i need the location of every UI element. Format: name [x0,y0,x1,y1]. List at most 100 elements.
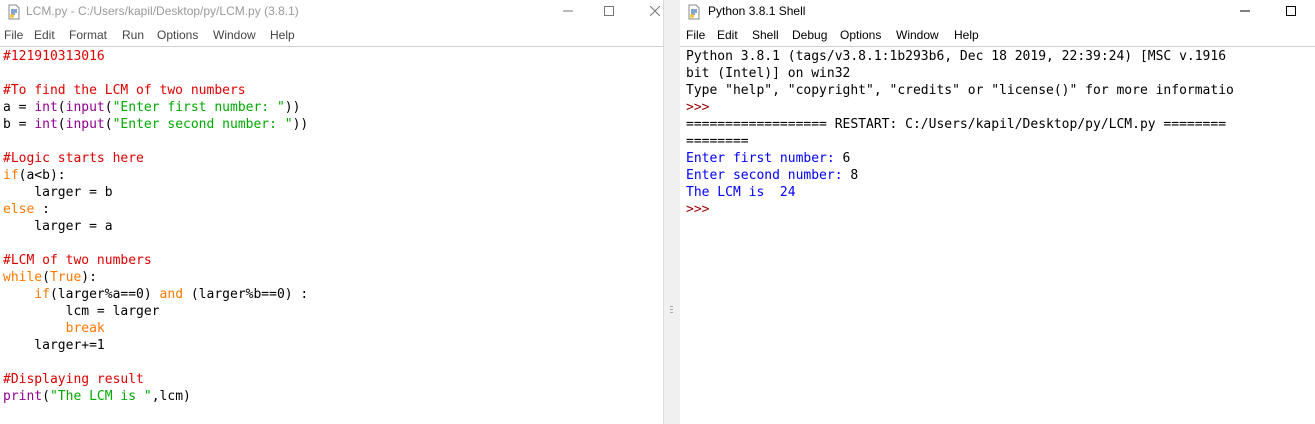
shell-window: Python 3.8.1 Shell File Edit Shell Debug… [680,0,1315,424]
shell-line: ======== [686,134,749,149]
code-token: ( [42,270,50,285]
maximize-icon [604,6,614,16]
code-line: b = int(input("Enter second number: ")) [3,116,663,133]
code-token: input [65,100,105,115]
idle-file-icon [8,4,20,20]
code-line: larger+=1 [3,338,105,353]
code-token: input [65,117,105,132]
shell-line: Python 3.8.1 (tags/v3.8.1:1b293b6, Dec 1… [686,49,1227,64]
code-token: break [65,321,105,336]
menu-edit[interactable]: Edit [717,28,738,42]
menu-shell[interactable]: Shell [752,28,779,42]
divider-grip [670,306,673,307]
editor-titlebar: LCM.py - C:/Users/kapil/Desktop/py/LCM.p… [0,0,663,24]
code-token: Enter first number: [686,151,843,166]
menu-window[interactable]: Window [896,28,939,42]
menu-debug[interactable]: Debug [792,28,827,42]
code-token: int [34,117,58,132]
python-shell-icon [688,4,700,20]
code-token: "Enter first number: " [112,100,285,115]
editor-window: LCM.py - C:/Users/kapil/Desktop/py/LCM.p… [0,0,663,424]
menu-help[interactable]: Help [270,28,295,42]
menu-options[interactable]: Options [157,28,198,42]
minimize-icon [1240,10,1250,12]
menu-file[interactable]: File [4,28,23,42]
shell-minimize-button[interactable] [1222,0,1268,24]
code-line: else : [3,201,663,218]
menu-separator [680,46,1315,47]
editor-close-button[interactable] [632,0,663,24]
code-token: (a<b): [18,168,66,183]
code-token: while [3,270,43,285]
code-token: a = [3,100,35,115]
shell-title: Python 3.8.1 Shell [708,4,806,18]
divider-grip [670,309,673,310]
code-line: print("The LCM is ",lcm) [3,388,663,405]
maximize-icon [1286,6,1296,16]
menu-separator [0,46,663,47]
code-line: #Logic starts here [3,151,144,166]
shell-line: bit (Intel)] on win32 [686,66,851,81]
code-token: else [3,202,35,217]
code-token: )) [292,117,309,132]
code-token: 6 [842,151,851,166]
menu-options[interactable]: Options [840,28,881,42]
code-token: ,lcm) [151,389,191,404]
shell-line: >>> [686,202,718,217]
code-line: #121910313016 [3,49,105,64]
code-token: ( [104,117,113,132]
code-token: ): [81,270,97,285]
menu-edit[interactable]: Edit [34,28,55,42]
code-token: "The LCM is " [49,389,152,404]
code-line: lcm = larger [3,304,160,319]
code-token: (larger%b==0) : [183,287,309,302]
shell-output-area[interactable]: Python 3.8.1 (tags/v3.8.1:1b293b6, Dec 1… [686,48,1315,218]
code-token: "Enter second number: " [112,117,293,132]
shell-line: Enter first number: 6 [686,150,1315,167]
code-token: b = [3,117,35,132]
editor-maximize-button[interactable] [586,0,632,24]
menu-file[interactable]: File [686,28,705,42]
code-token: and [159,287,184,302]
code-token: if [34,287,50,302]
code-token: : [34,202,50,217]
code-token: (larger%a==0) [49,287,160,302]
code-line: if(a<b): [3,167,663,184]
code-token: Enter second number: [686,168,851,183]
code-token: if [3,168,19,183]
menu-help[interactable]: Help [954,28,979,42]
code-line: while(True): [3,269,663,286]
menu-run[interactable]: Run [122,28,144,42]
code-token: ( [57,100,66,115]
code-line: a = int(input("Enter first number: ")) [3,99,663,116]
shell-menubar: File Edit Shell Debug Options Window Hel… [680,26,1315,46]
window-divider[interactable] [663,0,680,424]
code-token: print [3,389,43,404]
code-line: larger = b [3,185,113,200]
code-line: break [3,320,663,337]
shell-maximize-button[interactable] [1268,0,1314,24]
editor-minimize-button[interactable] [545,0,591,24]
code-line: #To find the LCM of two numbers [3,83,246,98]
editor-code-area[interactable]: #121910313016 #To find the LCM of two num… [3,48,663,405]
code-token: ( [42,389,50,404]
shell-titlebar: Python 3.8.1 Shell [680,0,1315,24]
code-line: #LCM of two numbers [3,253,152,268]
divider-grip [670,312,673,313]
code-line: #Displaying result [3,372,144,387]
menu-format[interactable]: Format [69,28,107,42]
menu-window[interactable]: Window [213,28,256,42]
code-token: ( [104,100,113,115]
code-line: larger = a [3,219,113,234]
shell-line: ================== RESTART: C:/Users/kap… [686,117,1227,132]
close-icon [649,5,661,17]
code-token: True [49,270,82,285]
code-token: int [34,100,58,115]
code-token: ( [57,117,66,132]
minimize-icon [563,10,573,12]
